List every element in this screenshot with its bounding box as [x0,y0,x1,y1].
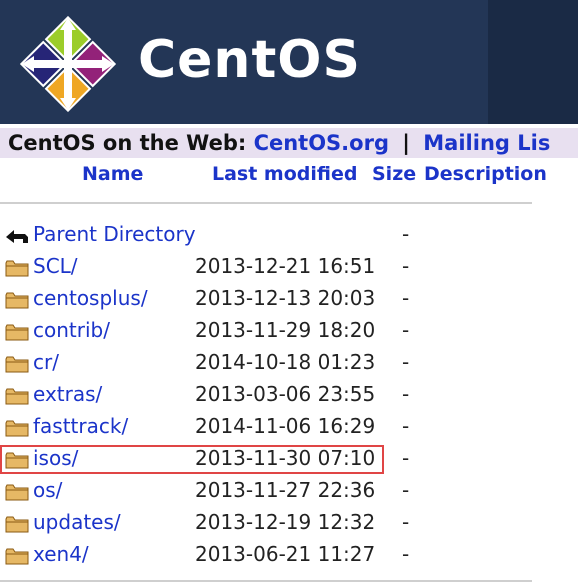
header-banner: CentOS [0,0,578,124]
folder-link[interactable]: SCL/ [33,254,78,278]
directory-row: extras/2013-03-06 23:55 - [0,380,578,410]
modified-cell: 2013-06-21 11:27 [195,542,376,566]
modified-cell: 2013-11-27 22:36 [195,478,376,502]
size-cell: - [402,222,410,246]
web-links-bar: CentOS on the Web: CentOS.org | Mailing … [0,128,578,158]
separator: | [402,131,410,155]
back-arrow-icon [6,230,28,243]
size-cell: - [402,286,410,310]
modified-cell: 2013-12-13 20:03 [195,286,376,310]
folder-link[interactable]: centosplus/ [33,286,148,310]
modified-cell: 2014-10-18 01:23 [195,350,376,374]
folder-link[interactable]: os/ [33,478,62,502]
folder-icon [5,324,29,341]
folder-icon [5,484,29,501]
folder-icon [5,356,29,373]
size-cell: - [402,510,410,534]
selection-highlight [0,445,384,474]
sort-by-last-modified[interactable]: Last modified [212,163,357,185]
folder-link[interactable]: updates/ [33,510,121,534]
size-cell: - [402,350,410,374]
banner-shade [488,0,578,124]
parent-directory-link[interactable]: Parent Directory [33,222,196,246]
sort-by-name[interactable]: Name [82,163,143,185]
folder-icon [5,292,29,309]
directory-row: cr/2014-10-18 01:23 - [0,348,578,378]
directory-row: centosplus/2013-12-13 20:03 - [0,284,578,314]
centos-logo-icon [20,16,116,112]
mailing-lists-link[interactable]: Mailing Lis [423,131,550,155]
size-cell: - [402,542,410,566]
column-headers: Name Last modified Size Description [0,163,578,189]
directory-row: os/2013-11-27 22:36 - [0,476,578,506]
folder-icon [5,548,29,565]
folder-icon [5,260,29,277]
size-cell: - [402,382,410,406]
modified-cell: 2013-12-19 12:32 [195,510,376,534]
size-cell: - [402,254,410,278]
size-cell: - [402,414,410,438]
centos-org-link[interactable]: CentOS.org [254,131,389,155]
size-cell: - [402,446,410,470]
folder-link[interactable]: extras/ [33,382,102,406]
modified-cell: 2013-12-21 16:51 [195,254,376,278]
directory-row: contrib/2013-11-29 18:20 - [0,316,578,346]
folder-link[interactable]: fasttrack/ [33,414,128,438]
folder-icon [5,420,29,437]
modified-cell: 2013-11-29 18:20 [195,318,376,342]
folder-link[interactable]: contrib/ [33,318,110,342]
folder-icon [5,516,29,533]
logo-text: CentOS [138,30,361,90]
size-cell: - [402,478,410,502]
modified-cell: 2013-03-06 23:55 [195,382,376,406]
divider-top [0,202,532,204]
divider-bottom [0,580,532,582]
sort-by-description[interactable]: Description [424,163,547,185]
directory-row: fasttrack/2014-11-06 16:29 - [0,412,578,442]
parent-directory-row: Parent Directory - [0,220,578,250]
size-cell: - [402,318,410,342]
directory-row: updates/2013-12-19 12:32 - [0,508,578,538]
folder-icon [5,388,29,405]
directory-row: SCL/2013-12-21 16:51 - [0,252,578,282]
folder-link[interactable]: xen4/ [33,542,89,566]
directory-row: xen4/2013-06-21 11:27 - [0,540,578,570]
web-links-label: CentOS on the Web: [8,131,247,155]
folder-link[interactable]: cr/ [33,350,59,374]
sort-by-size[interactable]: Size [372,163,416,185]
modified-cell: 2014-11-06 16:29 [195,414,376,438]
